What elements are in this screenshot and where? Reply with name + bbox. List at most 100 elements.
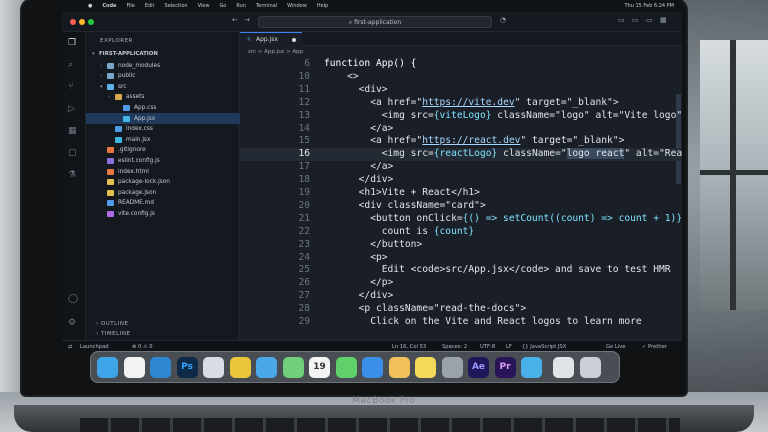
code-line[interactable]: 12 <a href="https://vite.dev" target="_b… — [240, 97, 682, 110]
menubar-item-terminal[interactable]: Terminal — [256, 3, 277, 9]
notion-icon[interactable] — [123, 357, 145, 378]
explorer-icon[interactable]: ❐ — [68, 38, 76, 48]
aftereffects-icon[interactable]: Ae — [468, 357, 489, 378]
line-number[interactable]: 25 — [272, 264, 310, 275]
chrome-icon[interactable] — [229, 357, 251, 378]
toggle-sidebar-icon[interactable]: ▭ — [618, 16, 625, 24]
launchpad-icon[interactable] — [203, 357, 224, 378]
line-number[interactable]: 27 — [272, 290, 310, 301]
tree-item[interactable]: main.jsx — [86, 134, 240, 145]
telegram-icon[interactable] — [521, 357, 542, 378]
tree-item[interactable]: vite.config.js — [86, 208, 240, 219]
extensions-icon[interactable]: ▦ — [68, 126, 77, 136]
maps-icon[interactable] — [282, 357, 304, 378]
line-number[interactable]: 22 — [272, 226, 310, 237]
manage-gear-icon[interactable]: ⚙ — [68, 318, 76, 328]
tree-item[interactable]: package.json — [86, 187, 240, 198]
tree-item[interactable]: index.html — [86, 166, 240, 177]
tree-item[interactable]: ▾ src — [86, 81, 240, 92]
tree-item[interactable]: .gitignore — [86, 145, 240, 156]
copilot-icon[interactable]: ◔ — [500, 16, 506, 24]
menubar-item-code[interactable]: Code — [102, 3, 116, 9]
line-number[interactable]: 12 — [272, 97, 310, 108]
code-line[interactable]: 14 </a> — [240, 123, 682, 136]
folder-icon[interactable] — [553, 357, 574, 378]
line-number[interactable]: 23 — [272, 239, 310, 250]
unsaved-dot-icon[interactable] — [292, 38, 296, 42]
code-line[interactable]: 28 <p className="read-the-docs"> — [240, 303, 682, 316]
notes-icon[interactable] — [415, 357, 436, 378]
menubar-item-edit[interactable]: Edit — [145, 3, 155, 9]
tree-item[interactable]: App.jsx — [86, 113, 240, 124]
back-arrow-icon[interactable]: ← — [232, 16, 238, 24]
minimize-window-button[interactable] — [79, 19, 85, 25]
status-indentation[interactable]: Spaces: 2 — [442, 344, 467, 350]
photoshop-icon[interactable]: Ps — [176, 357, 198, 378]
line-number[interactable]: 6 — [272, 58, 310, 69]
remote-explorer-icon[interactable]: ▢ — [68, 148, 77, 158]
status-go-live[interactable]: Go Live — [606, 344, 625, 350]
menubar-item-go[interactable]: Go — [219, 3, 226, 9]
line-number[interactable]: 19 — [272, 187, 310, 198]
toggle-secondary-sidebar-icon[interactable]: ▭ — [646, 16, 653, 24]
finder-icon[interactable] — [97, 357, 118, 378]
code-line[interactable]: 16 <img src={reactLogo} className="logo … — [240, 148, 682, 162]
code-line[interactable]: 15 <a href="https://react.dev" target="_… — [240, 135, 682, 148]
photos-icon[interactable] — [388, 357, 410, 378]
code-line[interactable]: 22 count is {count} — [240, 226, 682, 239]
remote-indicator-icon[interactable]: ⇄ — [68, 344, 72, 350]
vscode-icon[interactable] — [150, 357, 171, 378]
status-encoding[interactable]: UTF-8 — [480, 344, 495, 350]
search-view-icon[interactable]: ⌕ — [68, 60, 73, 70]
code-line[interactable]: 6 function App() { — [240, 58, 682, 71]
code-line[interactable]: 26 </p> — [240, 277, 682, 290]
tree-item[interactable]: › public — [86, 71, 240, 82]
menubar-item-view[interactable]: View — [198, 3, 210, 9]
line-number[interactable]: 18 — [272, 174, 310, 185]
line-number[interactable]: 20 — [272, 200, 310, 211]
line-number[interactable]: 26 — [272, 277, 310, 288]
tree-item[interactable]: README.md — [86, 198, 240, 209]
outline-section[interactable]: › OUTLINE — [96, 321, 128, 327]
menubar-item-run[interactable]: Run — [236, 3, 246, 9]
line-number[interactable]: 28 — [272, 303, 310, 314]
run-debug-icon[interactable]: ▷ — [68, 104, 75, 114]
line-number[interactable]: 13 — [272, 110, 310, 121]
account-icon[interactable]: ◯ — [68, 294, 78, 304]
line-number[interactable]: 10 — [272, 71, 310, 82]
status-prettier[interactable]: ✓ Prettier — [642, 344, 667, 350]
appstore-icon[interactable] — [362, 357, 383, 378]
timeline-section[interactable]: › TIMELINE — [96, 331, 130, 337]
code-editor[interactable]: 6 function App() {10 <> 11 <div> 12 <a href… — [240, 58, 682, 340]
breadcrumb[interactable]: src > App.jsx > App — [240, 46, 682, 58]
apple-icon[interactable]: ● — [88, 3, 92, 9]
tree-item[interactable]: eslint.config.js — [86, 155, 240, 166]
status-cursor-position[interactable]: Ln 16, Col 53 — [392, 344, 426, 350]
layout-icon[interactable]: ▦ — [660, 16, 667, 24]
safari-icon[interactable] — [256, 357, 277, 378]
toggle-panel-icon[interactable]: ▭ — [632, 16, 639, 24]
tree-item[interactable]: App.css — [86, 102, 240, 113]
source-control-icon[interactable]: ⑂ — [68, 82, 73, 92]
tree-item[interactable]: › assets — [86, 92, 240, 103]
line-number[interactable]: 24 — [272, 252, 310, 263]
menubar-clock[interactable]: Thu 15 Feb 6:24 PM — [624, 3, 674, 9]
code-line[interactable]: 20 <div className="card"> — [240, 200, 682, 213]
menubar-item-help[interactable]: Help — [317, 3, 328, 9]
status-problems[interactable]: ⊗ 0 ⚠ 0 — [132, 344, 153, 350]
status-eol[interactable]: LF — [506, 344, 512, 350]
line-number[interactable]: 11 — [272, 84, 310, 95]
premiere-icon[interactable]: Pr — [494, 357, 516, 378]
code-line[interactable]: 25 Edit <code>src/App.jsx</code> and sav… — [240, 264, 682, 277]
menubar-item-selection[interactable]: Selection — [165, 3, 188, 9]
tree-item[interactable]: index.css — [86, 124, 240, 135]
maximize-window-button[interactable] — [88, 19, 94, 25]
messages-icon[interactable] — [335, 357, 357, 378]
tab-app-jsx[interactable]: ⚛ App.jsx — [240, 32, 302, 46]
status-launchpad[interactable]: Launchpad — [80, 344, 109, 350]
settings-icon[interactable] — [441, 357, 463, 378]
code-line[interactable]: 17 </a> — [240, 161, 682, 174]
code-line[interactable]: 24 <p> — [240, 252, 682, 265]
code-line[interactable]: 18 </div> — [240, 174, 682, 187]
code-line[interactable]: 23 </button> — [240, 239, 682, 252]
